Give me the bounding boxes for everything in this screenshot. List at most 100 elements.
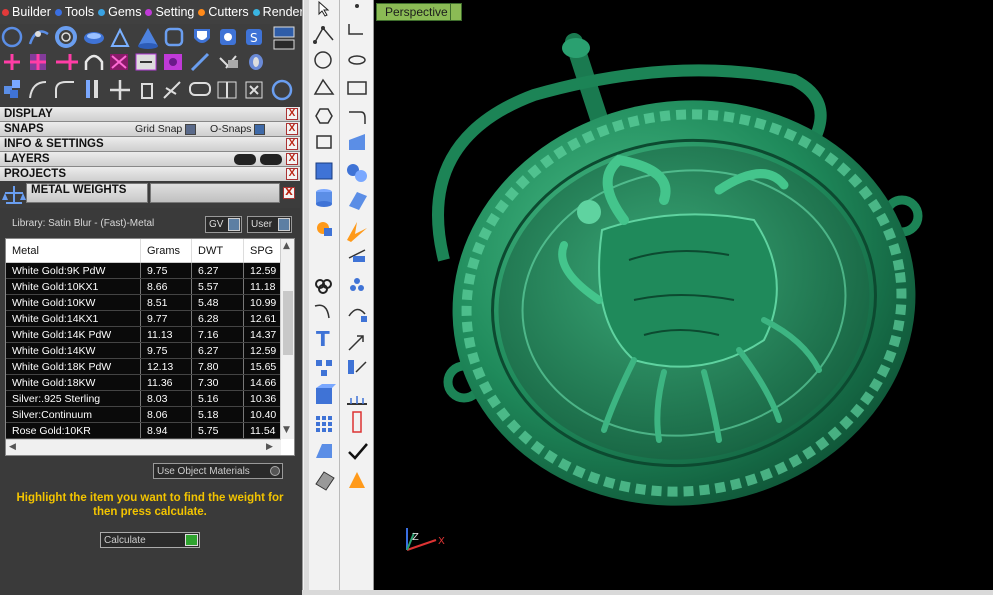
check-icon[interactable] [348, 443, 368, 460]
grid-snap-toggle[interactable]: Grid Snap [135, 123, 197, 135]
calculate-button[interactable]: Calculate [100, 532, 200, 548]
link-icon[interactable] [135, 53, 157, 71]
table-row[interactable]: White Gold:10KX1 8.66 5.57 11.18 [6, 279, 281, 295]
solid-icon[interactable] [315, 471, 335, 491]
use-object-materials-option[interactable]: Use Object Materials [153, 463, 283, 479]
menu-setting[interactable]: Setting [145, 5, 194, 19]
frame-tool-icon[interactable] [164, 27, 184, 47]
shank-tool-icon[interactable] [84, 32, 104, 44]
crossing-icon[interactable] [110, 54, 128, 70]
projects-close-icon[interactable]: X [286, 168, 298, 180]
network-icon[interactable] [316, 360, 332, 376]
info-close-icon[interactable]: X [286, 138, 298, 150]
curve-path-icon[interactable] [314, 304, 330, 319]
table-row[interactable]: Silver:.925 Sterling 8.03 5.16 10.36 [6, 391, 281, 407]
step-icon[interactable] [141, 83, 153, 99]
table-row[interactable]: White Gold:14KW 9.75 6.27 12.59 [6, 343, 281, 359]
point-dots-icon[interactable] [355, 4, 359, 8]
pencil-icon[interactable] [190, 52, 210, 72]
menu-builder[interactable]: Builder [2, 5, 51, 19]
plane-icon[interactable] [349, 192, 367, 210]
move-icon[interactable] [110, 80, 130, 100]
circle-draw-icon[interactable] [314, 51, 332, 69]
panel-toggle-icon[interactable] [273, 26, 295, 50]
burst-icon[interactable] [347, 222, 367, 242]
layers-close-icon[interactable]: X [286, 153, 298, 165]
cluster-icon[interactable] [350, 278, 364, 291]
table-row[interactable]: White Gold:14KX1 9.77 6.28 12.61 [6, 311, 281, 327]
table-row[interactable]: White Gold:10KW 8.51 5.48 10.99 [6, 295, 281, 311]
col-dwt-header[interactable]: DWT [192, 239, 244, 262]
col-metal-header[interactable]: Metal [6, 239, 141, 262]
scale-arrow-icon[interactable] [348, 335, 364, 351]
fillet-icon[interactable] [55, 81, 74, 98]
table-row[interactable]: White Gold:9K PdW 9.75 6.27 12.59 [6, 263, 281, 279]
minus-icon[interactable] [56, 54, 78, 70]
script-tool-icon[interactable]: S [246, 29, 262, 45]
polyline-icon[interactable] [313, 26, 334, 44]
menu-cutters[interactable]: Cutters [198, 5, 249, 19]
snaps-section[interactable]: SNAPS Grid Snap O-Snaps X [0, 122, 300, 137]
rotate-icon[interactable] [348, 55, 366, 65]
layer-visibility-icon[interactable] [234, 154, 256, 165]
table-row[interactable]: White Gold:18KW 11.36 7.30 14.66 [6, 375, 281, 391]
3d-viewport[interactable]: Perspective Z X [374, 0, 993, 590]
menu-tools[interactable]: Tools [54, 5, 94, 19]
chain-icon[interactable] [189, 82, 211, 96]
table-row[interactable]: White Gold:14K PdW 11.13 7.16 14.37 [6, 327, 281, 343]
scroll-down-icon[interactable]: ▼ [283, 425, 290, 435]
curve-tool-icon[interactable] [28, 30, 49, 45]
spray-icon[interactable] [163, 81, 181, 99]
cone-tool-icon[interactable] [138, 28, 158, 49]
rect-draw-icon[interactable] [347, 81, 367, 95]
triangle-draw-icon[interactable] [313, 78, 335, 95]
gv-select[interactable]: GV [205, 216, 242, 233]
scroll-left-icon[interactable]: ◀ [9, 442, 16, 452]
ring-tool-icon[interactable] [55, 26, 77, 48]
render-cone-icon[interactable] [349, 472, 365, 488]
col-grams-header[interactable]: Grams [141, 239, 192, 262]
split-icon[interactable] [217, 81, 237, 99]
shape-icon[interactable] [249, 54, 263, 70]
spheres-icon[interactable] [347, 164, 367, 182]
text-icon[interactable]: T [316, 327, 330, 351]
table-row[interactable]: Silver:Continuum 8.06 5.18 10.40 [6, 407, 281, 423]
grid-snap-button[interactable] [185, 123, 197, 135]
arch-icon[interactable] [84, 54, 104, 70]
bail-tool-icon[interactable] [220, 29, 236, 45]
horizontal-scrollbar[interactable]: ◀ ▶ [6, 439, 281, 455]
table-row[interactable]: White Gold:18K PdW 12.13 7.80 15.65 [6, 359, 281, 375]
ruler-icon[interactable] [347, 396, 367, 405]
metal-weights-title[interactable]: METAL WEIGHTS [26, 183, 148, 203]
vertical-scrollbar[interactable]: ▲ ▼ [280, 239, 294, 439]
box-icon[interactable] [315, 162, 333, 180]
scroll-right-icon[interactable]: ▶ [266, 442, 273, 452]
puzzle-icon[interactable] [164, 54, 182, 70]
grid-dots-icon[interactable] [316, 416, 332, 432]
offset-icon[interactable] [349, 111, 366, 124]
knot-icon[interactable] [315, 279, 332, 294]
ring-band-icon[interactable] [316, 135, 332, 149]
curve-point-icon[interactable] [348, 24, 363, 35]
cube-icon[interactable] [316, 384, 336, 404]
o-snaps-toggle[interactable]: O-Snaps [210, 123, 266, 135]
mirror-icon[interactable] [86, 80, 98, 98]
head-tool-icon[interactable] [110, 27, 130, 47]
metal-weights-close-icon[interactable]: X [283, 187, 295, 199]
arc-icon[interactable] [29, 81, 47, 99]
stack-icon[interactable] [4, 80, 20, 98]
col-spg-header[interactable]: SPG [244, 239, 281, 262]
circle-outline-icon[interactable] [271, 79, 293, 101]
grid-scatter-icon[interactable] [219, 55, 238, 69]
menu-gems[interactable]: Gems [98, 5, 141, 19]
cylinder-icon[interactable] [316, 189, 332, 207]
measure-icon[interactable] [352, 411, 362, 433]
add-plus-icon[interactable] [30, 54, 46, 70]
display-section[interactable]: DISPLAY X [0, 107, 300, 122]
hexagon-icon[interactable] [315, 108, 333, 124]
use-object-materials-radio[interactable] [270, 466, 280, 476]
table-row[interactable]: Rose Gold:10KR 8.94 5.75 11.54 [6, 423, 281, 439]
shield-tool-icon[interactable] [194, 29, 210, 43]
display-close-icon[interactable]: X [286, 108, 298, 120]
scroll-up-icon[interactable]: ▲ [283, 241, 290, 251]
